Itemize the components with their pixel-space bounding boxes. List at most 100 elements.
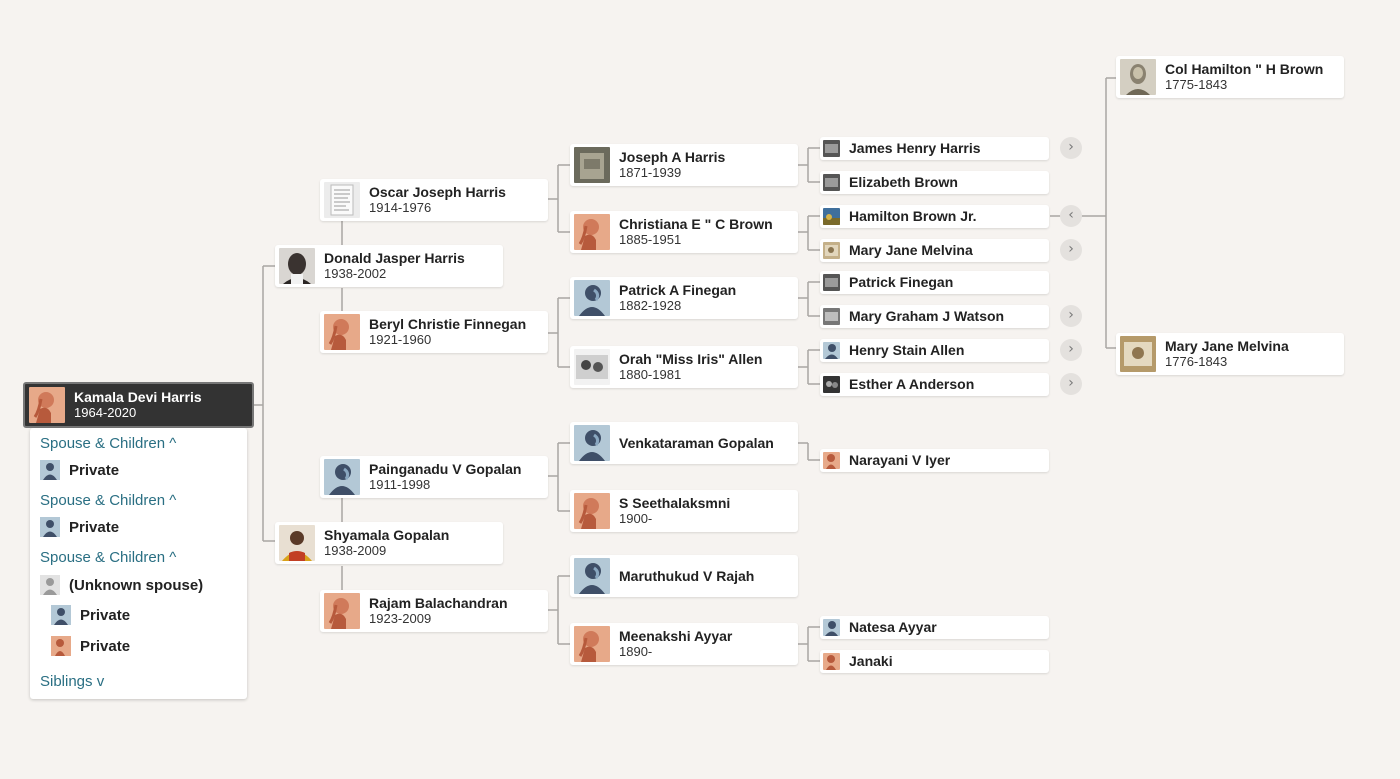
- female-avatar-icon: [823, 653, 840, 670]
- spouse-row[interactable]: (Unknown spouse): [40, 575, 203, 595]
- person-dates: 1890-: [619, 644, 653, 659]
- chevron-right-icon[interactable]: ›: [1060, 239, 1082, 261]
- person-card-mother[interactable]: Shyamala Gopalan 1938-2009: [275, 522, 503, 564]
- female-avatar-icon: [823, 452, 840, 469]
- person-card[interactable]: S Seethalaksmni 1900-: [570, 490, 798, 532]
- unknown-person-icon: [40, 575, 60, 595]
- chevron-left-icon[interactable]: ‹: [1060, 205, 1082, 227]
- person-name: Venkataraman Gopalan: [619, 434, 774, 451]
- person-card-small[interactable]: Mary Jane Melvina: [820, 239, 1049, 262]
- person-card[interactable]: Oscar Joseph Harris 1914-1976: [320, 179, 548, 221]
- person-card-small[interactable]: Elizabeth Brown: [820, 171, 1049, 194]
- female-avatar-icon: [29, 387, 65, 423]
- person-name: Christiana E " C Brown: [619, 216, 773, 232]
- female-avatar-icon: [324, 593, 360, 629]
- chevron-down-icon: v: [92, 673, 105, 690]
- person-name: Maruthukud V Rajah: [619, 567, 755, 584]
- person-dates: 1938-2002: [324, 266, 387, 281]
- person-name: Patrick Finegan: [849, 274, 954, 290]
- photo-avatar-icon: [823, 140, 840, 157]
- person-name: Oscar Joseph Harris: [369, 184, 506, 200]
- chevron-right-icon[interactable]: ›: [1060, 373, 1082, 395]
- child-name: Private: [80, 606, 131, 624]
- person-dates: 1900-: [619, 511, 653, 526]
- photo-avatar-icon: [823, 208, 840, 225]
- person-dates: 1882-1928: [619, 298, 682, 313]
- child-name: Private: [80, 637, 131, 655]
- person-name: Donald Jasper Harris: [324, 250, 465, 266]
- spouse-name: Private: [69, 518, 120, 536]
- person-card[interactable]: Beryl Christie Finnegan 1921-1960: [320, 311, 548, 353]
- person-card-small[interactable]: Mary Graham J Watson: [820, 305, 1049, 328]
- person-card-small[interactable]: Henry Stain Allen: [820, 339, 1049, 362]
- spouse-children-label: Spouse & Children: [40, 435, 166, 452]
- person-dates: 1914-1976: [369, 200, 432, 215]
- child-row[interactable]: Private: [51, 605, 130, 625]
- person-name: Beryl Christie Finnegan: [369, 316, 527, 332]
- photo-avatar-icon: [574, 349, 610, 385]
- person-card[interactable]: Christiana E " C Brown 1885-1951: [570, 211, 798, 253]
- person-card[interactable]: Painganadu V Gopalan 1911-1998: [320, 456, 548, 498]
- spouse-children-label: Spouse & Children: [40, 492, 166, 509]
- person-name: Janaki: [849, 653, 893, 669]
- spouse-row[interactable]: Private: [40, 460, 119, 480]
- person-name: Painganadu V Gopalan: [369, 461, 522, 477]
- person-card-small[interactable]: Narayani V Iyer: [820, 449, 1049, 472]
- person-card-small[interactable]: Natesa Ayyar: [820, 616, 1049, 639]
- family-panel: Spouse & Children ^ Private Spouse & Chi…: [30, 428, 247, 699]
- person-card-small[interactable]: James Henry Harris: [820, 137, 1049, 160]
- person-dates: 1885-1951: [619, 232, 682, 247]
- person-name: Mary Graham J Watson: [849, 308, 1005, 324]
- person-name: S Seethalaksmni: [619, 495, 731, 511]
- female-avatar-icon: [51, 636, 71, 656]
- female-avatar-icon: [574, 214, 610, 250]
- person-name: Rajam Balachandran: [369, 595, 508, 611]
- person-card[interactable]: Orah "Miss Iris" Allen 1880-1981: [570, 346, 798, 388]
- spouse-name: (Unknown spouse): [69, 576, 204, 594]
- person-card-small[interactable]: Esther A Anderson: [820, 373, 1049, 396]
- spouse-children-toggle-2[interactable]: Spouse & Children ^: [40, 492, 176, 509]
- chevron-right-icon[interactable]: ›: [1060, 305, 1082, 327]
- photo-avatar-icon: [1120, 59, 1156, 95]
- chevron-right-icon[interactable]: ›: [1060, 339, 1082, 361]
- document-avatar-icon: [324, 182, 360, 218]
- person-dates: 1921-1960: [369, 332, 432, 347]
- person-name: Shyamala Gopalan: [324, 527, 450, 543]
- person-name: Patrick A Finegan: [619, 282, 737, 298]
- person-name: Esther A Anderson: [849, 376, 975, 392]
- siblings-toggle[interactable]: Siblings v: [40, 673, 104, 690]
- person-dates: 1880-1981: [619, 367, 682, 382]
- spouse-name: Private: [69, 461, 120, 479]
- person-card[interactable]: Meenakshi Ayyar 1890-: [570, 623, 798, 665]
- male-avatar-icon: [40, 517, 60, 537]
- spouse-children-toggle-1[interactable]: Spouse & Children ^: [40, 435, 176, 452]
- person-card-small[interactable]: Janaki: [820, 650, 1049, 673]
- person-card-father[interactable]: Donald Jasper Harris 1938-2002: [275, 245, 503, 287]
- photo-avatar-icon: [279, 525, 315, 561]
- photo-avatar-icon: [823, 174, 840, 191]
- person-card[interactable]: Col Hamilton " H Brown 1775-1843: [1116, 56, 1344, 98]
- person-name: Henry Stain Allen: [849, 342, 965, 358]
- person-card[interactable]: Mary Jane Melvina 1776-1843: [1116, 333, 1344, 375]
- person-card[interactable]: Joseph A Harris 1871-1939: [570, 144, 798, 186]
- male-avatar-icon: [324, 459, 360, 495]
- person-card[interactable]: Patrick A Finegan 1882-1928: [570, 277, 798, 319]
- spouse-children-toggle-3[interactable]: Spouse & Children ^: [40, 549, 176, 566]
- spouse-children-label: Spouse & Children: [40, 549, 166, 566]
- person-card-small[interactable]: Patrick Finegan: [820, 271, 1049, 294]
- photo-avatar-icon: [823, 242, 840, 259]
- person-card-small[interactable]: Hamilton Brown Jr.: [820, 205, 1049, 228]
- selected-person-card[interactable]: Kamala Devi Harris 1964-2020: [23, 382, 254, 428]
- photo-avatar-icon: [823, 308, 840, 325]
- person-dates: 1938-2009: [324, 543, 387, 558]
- person-name: Col Hamilton " H Brown: [1165, 61, 1324, 77]
- child-row[interactable]: Private: [51, 636, 130, 656]
- chevron-right-icon[interactable]: ›: [1060, 137, 1082, 159]
- spouse-row[interactable]: Private: [40, 517, 119, 537]
- person-name: Kamala Devi Harris: [74, 389, 202, 405]
- person-card[interactable]: Maruthukud V Rajah: [570, 555, 798, 597]
- person-dates: 1871-1939: [619, 165, 682, 180]
- person-card[interactable]: Venkataraman Gopalan: [570, 422, 798, 464]
- person-card[interactable]: Rajam Balachandran 1923-2009: [320, 590, 548, 632]
- person-name: Elizabeth Brown: [849, 174, 958, 190]
